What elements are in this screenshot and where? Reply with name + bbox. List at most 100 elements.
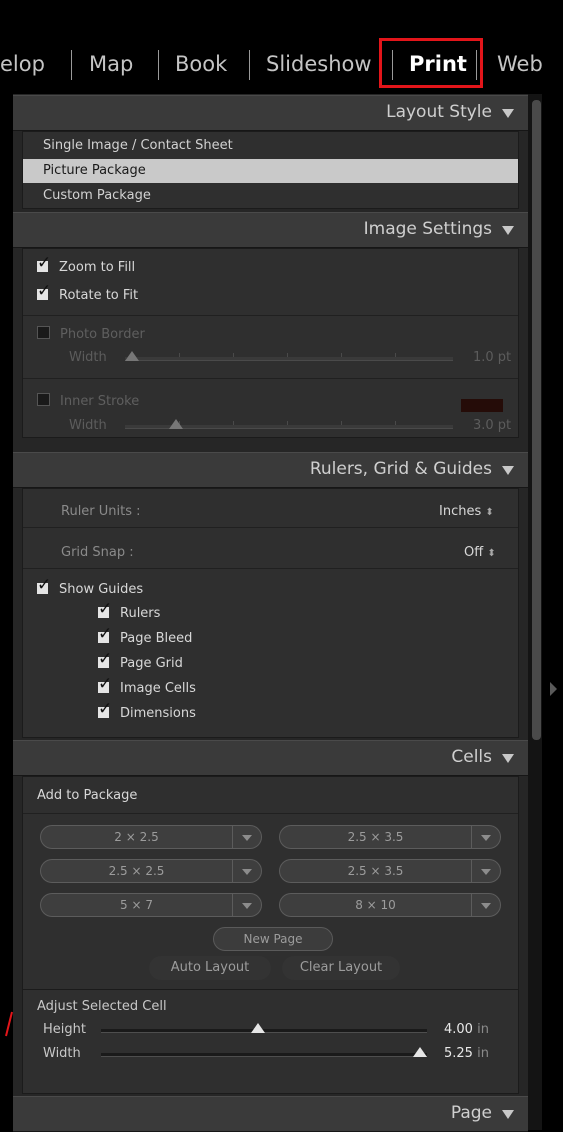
module-separator [71, 50, 72, 80]
guide-image-cells-checkbox[interactable]: Image Cells [98, 674, 196, 696]
module-map[interactable]: Map [89, 52, 133, 76]
inner-stroke-width-label: Width [69, 418, 107, 433]
ruler-units-select[interactable]: Inches ⬍ [439, 504, 494, 519]
cell-size-button-6[interactable]: 8 × 10 [279, 893, 471, 917]
cell-size-dropdown-1[interactable]: 2 × 2.5 [40, 825, 262, 849]
cell-size-button-1[interactable]: 2 × 2.5 [40, 825, 232, 849]
cell-height-value: 4.00 in [444, 1022, 489, 1037]
adjust-selected-cell-label: Adjust Selected Cell [37, 999, 167, 1014]
ruler-units-label: Ruler Units : [61, 504, 141, 519]
panel-scrollbar-thumb[interactable] [532, 100, 541, 740]
section-divider [23, 813, 518, 814]
checkbox-checked-icon [98, 699, 112, 719]
inner-stroke-width-value: 3.0 pt [473, 418, 512, 433]
module-develop[interactable]: elop [0, 52, 45, 76]
page-title: Page [450, 1103, 492, 1123]
cell-width-number: 5.25 [444, 1046, 473, 1061]
slider-thumb[interactable] [125, 351, 139, 361]
clear-layout-button[interactable]: Clear Layout [282, 956, 400, 980]
module-book[interactable]: Book [175, 52, 227, 76]
cell-size-dropdown-4[interactable]: 2.5 × 3.5 [279, 859, 501, 883]
image-settings-header[interactable]: Image Settings [13, 212, 528, 248]
cell-size-dropdown-5[interactable]: 5 × 7 [40, 893, 262, 917]
module-web[interactable]: Web [497, 52, 543, 76]
slider-thumb[interactable] [169, 419, 183, 429]
cells-header[interactable]: Cells [13, 740, 528, 776]
layout-style-header[interactable]: Layout Style [13, 95, 528, 131]
section-divider [23, 527, 518, 528]
checkbox-unchecked-icon [37, 326, 50, 339]
slider-thumb[interactable] [251, 1023, 265, 1033]
module-slideshow[interactable]: Slideshow [266, 52, 372, 76]
module-separator [158, 50, 159, 80]
collapse-triangle-icon[interactable] [502, 466, 514, 475]
checkbox-checked-icon [37, 575, 51, 595]
dropdown-arrow-icon[interactable] [471, 859, 501, 883]
cell-size-button-2[interactable]: 2.5 × 3.5 [279, 825, 471, 849]
cell-width-slider[interactable] [101, 1047, 427, 1057]
photo-border-width-value: 1.0 pt [473, 350, 512, 365]
guide-dimensions-checkbox[interactable]: Dimensions [98, 699, 196, 721]
cell-height-unit: in [477, 1022, 489, 1037]
rulers-grid-guides-section: Ruler Units : Inches ⬍ Grid Snap : Off ⬍… [22, 488, 519, 738]
inner-stroke-width-slider[interactable] [125, 419, 453, 429]
guide-image-cells-label: Image Cells [120, 681, 196, 696]
cell-width-unit: in [477, 1046, 489, 1061]
cell-width-value: 5.25 in [444, 1046, 489, 1061]
photo-border-checkbox[interactable]: Photo Border [37, 326, 145, 342]
zoom-to-fill-checkbox[interactable]: Zoom to Fill [37, 253, 135, 275]
cell-size-dropdown-2[interactable]: 2.5 × 3.5 [279, 825, 501, 849]
collapse-triangle-icon[interactable] [502, 226, 514, 235]
panel-collapse-arrow-icon[interactable] [550, 682, 557, 696]
dropdown-arrow-icon[interactable] [232, 825, 262, 849]
image-settings-title: Image Settings [363, 219, 492, 239]
red-annotation-mark [5, 1011, 13, 1037]
collapse-triangle-icon[interactable] [502, 1110, 514, 1119]
slider-thumb[interactable] [413, 1047, 427, 1057]
show-guides-checkbox[interactable]: Show Guides [37, 575, 143, 597]
layout-style-list: Single Image / Contact Sheet Picture Pac… [22, 131, 519, 209]
cell-height-slider[interactable] [101, 1023, 427, 1033]
cells-title: Cells [451, 747, 492, 767]
checkbox-checked-icon [98, 624, 112, 644]
dropdown-arrow-icon[interactable] [232, 893, 262, 917]
photo-border-width-label: Width [69, 350, 107, 365]
inner-stroke-color-swatch[interactable] [461, 399, 503, 412]
updown-arrows-icon: ⬍ [487, 548, 496, 559]
page-header[interactable]: Page [13, 1096, 528, 1132]
grid-snap-select[interactable]: Off ⬍ [464, 545, 496, 560]
cell-width-label: Width [43, 1046, 81, 1061]
cell-size-button-4[interactable]: 2.5 × 3.5 [279, 859, 471, 883]
auto-layout-button[interactable]: Auto Layout [149, 956, 271, 980]
guide-page-grid-checkbox[interactable]: Page Grid [98, 649, 183, 671]
layout-option-single-image[interactable]: Single Image / Contact Sheet [23, 134, 518, 158]
section-divider [23, 378, 518, 379]
inner-stroke-checkbox[interactable]: Inner Stroke [37, 393, 139, 409]
collapse-triangle-icon[interactable] [502, 109, 514, 118]
rotate-to-fit-checkbox[interactable]: Rotate to Fit [37, 281, 138, 303]
dropdown-arrow-icon[interactable] [471, 893, 501, 917]
dropdown-arrow-icon[interactable] [471, 825, 501, 849]
module-separator [249, 50, 250, 80]
checkbox-checked-icon [98, 649, 112, 669]
photo-border-width-slider[interactable] [125, 351, 453, 361]
dropdown-arrow-icon[interactable] [232, 859, 262, 883]
guide-rulers-checkbox[interactable]: Rulers [98, 599, 160, 621]
checkbox-checked-icon [37, 281, 51, 301]
cell-size-button-5[interactable]: 5 × 7 [40, 893, 232, 917]
layout-option-picture-package[interactable]: Picture Package [23, 159, 518, 183]
section-divider [23, 568, 518, 569]
guide-page-bleed-checkbox[interactable]: Page Bleed [98, 624, 192, 646]
guide-dimensions-label: Dimensions [120, 706, 196, 721]
layout-option-custom-package[interactable]: Custom Package [23, 184, 518, 208]
cell-size-dropdown-3[interactable]: 2.5 × 2.5 [40, 859, 262, 883]
cell-size-button-3[interactable]: 2.5 × 2.5 [40, 859, 232, 883]
cell-size-dropdown-6[interactable]: 8 × 10 [279, 893, 501, 917]
section-divider [23, 989, 518, 990]
new-page-button[interactable]: New Page [213, 927, 333, 951]
rulers-grid-guides-header[interactable]: Rulers, Grid & Guides [13, 452, 528, 488]
print-highlight-box [379, 38, 483, 88]
checkbox-checked-icon [37, 253, 51, 273]
collapse-triangle-icon[interactable] [502, 754, 514, 763]
section-divider [23, 315, 518, 316]
